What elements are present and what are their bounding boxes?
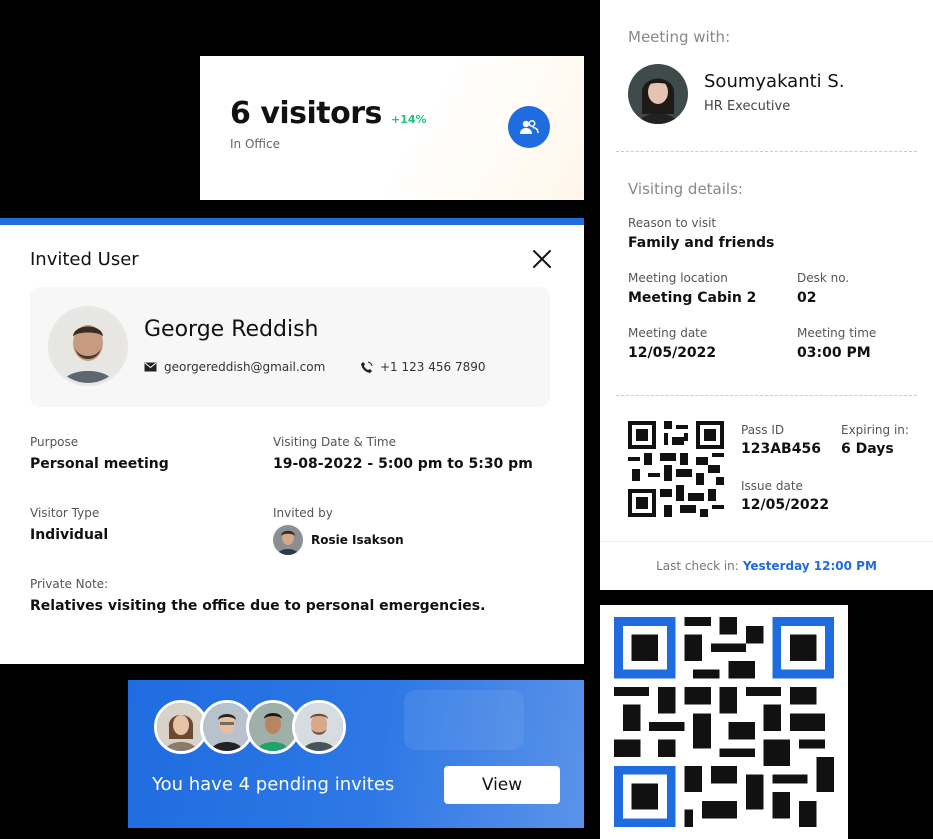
qr-code-icon[interactable] (628, 421, 724, 517)
note-label: Private Note: (30, 577, 109, 591)
location-value: Meeting Cabin 2 (628, 290, 757, 306)
qr-code-icon (614, 617, 834, 827)
profile-email[interactable]: georgereddish@gmail.com (144, 360, 325, 374)
meeting-with-label: Meeting with: (628, 28, 731, 46)
profile-box: George Reddish georgereddish@gmail.com +… (30, 287, 550, 407)
visitors-card: 6 visitors +14% In Office (200, 56, 584, 200)
view-button[interactable]: View (444, 766, 560, 804)
datetime-label: Visiting Date & Time (273, 435, 396, 449)
large-qr-code[interactable] (600, 605, 848, 839)
time-value: 03:00 PM (797, 345, 871, 361)
purpose-label: Purpose (30, 435, 79, 449)
divider (616, 395, 917, 396)
meeting-card: Meeting with: Soumyakanti S. HR Executiv… (600, 0, 933, 590)
datetime-value: 19-08-2022 - 5:00 pm to 5:30 pm (273, 456, 533, 472)
reason-label: Reason to visit (628, 216, 717, 230)
visitors-change: +14% (391, 113, 427, 126)
profile-email-text: georgereddish@gmail.com (164, 360, 326, 374)
expiring-value: 6 Days (841, 441, 894, 457)
last-check-in: Last check in: Yesterday 12:00 PM (600, 541, 933, 590)
invited-by-name: Rosie Isakson (311, 533, 404, 547)
issue-value: 12/05/2022 (741, 497, 830, 513)
pass-id-value: 123AB456 (741, 441, 821, 457)
last-check-in-value: Yesterday 12:00 PM (742, 559, 877, 573)
visitors-count: 6 visitors (230, 96, 382, 131)
desk-value: 02 (797, 290, 817, 306)
avatar (628, 64, 688, 124)
reason-value: Family and friends (628, 235, 775, 251)
last-check-in-label: Last check in: (656, 559, 739, 573)
host-role: HR Executive (704, 99, 791, 114)
avatar (292, 700, 346, 754)
issue-label: Issue date (741, 479, 803, 493)
visitors-sub-label: In Office (230, 137, 280, 151)
host-name: Soumyakanti S. (704, 71, 845, 92)
divider (616, 151, 917, 152)
profile-name: George Reddish (144, 317, 319, 342)
avatar-stack (154, 700, 346, 754)
pending-invites-text: You have 4 pending invites (152, 774, 395, 795)
pending-invites-banner: You have 4 pending invites View (128, 680, 584, 828)
invited-by[interactable]: Rosie Isakson (273, 525, 404, 555)
avatar (48, 306, 128, 386)
invited-by-label: Invited by (273, 506, 333, 520)
time-label: Meeting time (797, 326, 877, 340)
date-label: Meeting date (628, 326, 708, 340)
avatar (273, 525, 303, 555)
expiring-label: Expiring in: (841, 423, 909, 437)
profile-phone-text: +1 123 456 7890 (380, 360, 486, 374)
invited-user-card: Invited User George Reddish georgereddis… (0, 218, 584, 664)
users-icon[interactable] (508, 106, 550, 148)
invited-user-title: Invited User (30, 249, 139, 270)
visitor-type-value: Individual (30, 527, 109, 543)
pass-id-label: Pass ID (741, 423, 785, 437)
location-label: Meeting location (628, 271, 728, 285)
phone-icon (361, 361, 373, 373)
note-value: Relatives visiting the office due to per… (30, 598, 486, 614)
visitor-type-label: Visitor Type (30, 506, 100, 520)
purpose-value: Personal meeting (30, 456, 169, 472)
date-value: 12/05/2022 (628, 345, 717, 361)
visiting-details-label: Visiting details: (628, 180, 743, 198)
profile-phone[interactable]: +1 123 456 7890 (360, 360, 485, 374)
close-icon[interactable] (530, 247, 554, 271)
mail-icon (144, 362, 157, 372)
desk-label: Desk no. (797, 271, 850, 285)
